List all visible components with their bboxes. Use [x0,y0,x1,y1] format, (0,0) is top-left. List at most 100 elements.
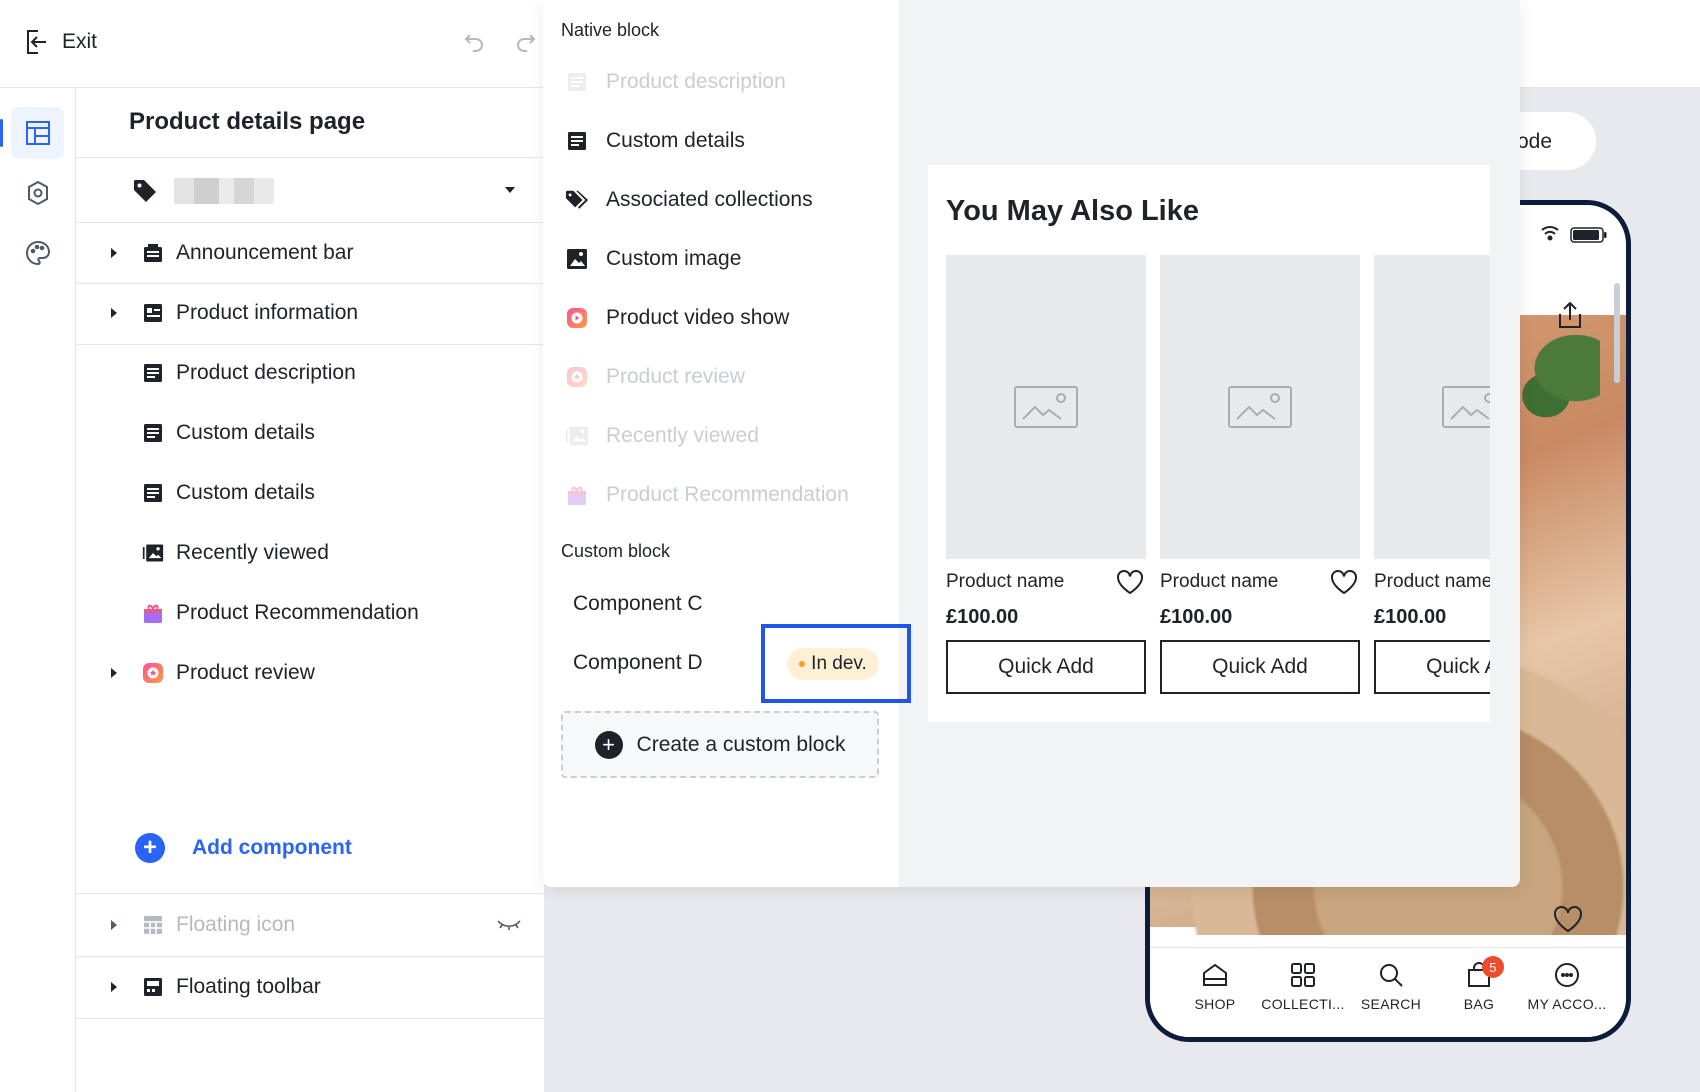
rail-active-indicator [0,119,3,147]
tree-item-product-information[interactable]: Product information [76,282,544,344]
gallery-icon [565,424,589,448]
tree-item-label: Announcement bar [176,241,354,264]
nav-bag[interactable]: 5 BAG [1434,956,1524,1012]
product-card[interactable]: Product name £100.00 Quick Add [1374,255,1490,694]
grid-icon [1291,963,1315,987]
announcement-icon [142,242,164,264]
tree-item-product-recommendation[interactable]: Product Recommendation [76,582,544,644]
product-card[interactable]: Product name £100.00 Quick Add [946,255,1146,694]
chevron-down-icon [505,187,515,193]
exit-button[interactable]: Exit [24,28,97,56]
settings-icon[interactable] [11,167,64,219]
phone-scrollbar[interactable] [1614,283,1620,383]
plus-icon: + [594,730,623,759]
nav-shop-label: SHOP [1194,996,1236,1012]
native-block-label: Product description [606,70,786,93]
nav-bag-label: BAG [1463,996,1495,1012]
exit-icon [24,28,50,56]
document-icon [142,422,164,444]
nav-collections[interactable]: COLLECTI... [1258,962,1348,1012]
quick-add-button[interactable]: Quick Add [946,640,1146,694]
exit-label: Exit [62,30,98,53]
document-icon [142,362,164,384]
tree-item-label: Product review [176,661,315,684]
review-icon [142,662,164,684]
native-block-label: Product Recommendation [606,483,849,506]
wifi-icon [1540,225,1560,241]
tree-item-label: Floating toolbar [176,975,321,998]
nav-account[interactable]: MY ACCO... [1522,962,1612,1012]
product-price: £100.00 [946,606,1019,628]
native-block-label: Product review [606,365,745,388]
native-block-recently-viewed: Recently viewed [565,416,759,456]
native-block-label: Custom details [606,129,745,152]
gallery-icon [142,542,164,564]
tree-item-label: Custom details [176,421,315,444]
quick-add-button[interactable]: Quick Add [1374,640,1490,694]
native-block-product-video-show[interactable]: Product video show [565,298,789,338]
custom-block-component-d[interactable]: Component D [573,651,703,675]
native-block-product-description: Product description [565,62,786,102]
heart-icon[interactable] [1330,569,1358,595]
tree-item-custom-details[interactable]: Custom details [76,462,544,524]
native-block-title: Native block [561,20,660,40]
grid-icon [142,914,164,936]
expand-triangle-icon[interactable] [111,248,117,258]
tree-item-custom-details[interactable]: Custom details [76,402,544,464]
nav-search-label: SEARCH [1360,996,1422,1012]
product-selector[interactable] [76,158,544,222]
create-custom-block-button[interactable]: + Create a custom block [561,711,879,778]
heart-icon[interactable] [1552,905,1584,933]
expand-triangle-icon[interactable] [111,982,117,992]
expand-triangle-icon[interactable] [111,920,117,930]
product-image-placeholder [1374,255,1490,559]
tree-item-announcement-bar[interactable]: Announcement bar [76,222,544,284]
search-icon [1380,964,1403,987]
block-list: Native block Product description Custom d… [543,0,911,887]
icon-rail [0,88,76,1092]
product-image-placeholder [1160,255,1360,559]
redo-icon[interactable] [514,30,538,54]
add-component-button[interactable]: + Add component [135,833,352,863]
tree-item-recently-viewed[interactable]: Recently viewed [76,522,544,584]
share-icon[interactable] [1555,300,1585,330]
tree-item-floating-toolbar[interactable]: Floating toolbar [76,956,544,1018]
quick-add-button[interactable]: Quick Add [1160,640,1360,694]
native-block-associated-collections[interactable]: Associated collections [565,180,813,220]
expand-triangle-icon[interactable] [111,668,117,678]
mode-toggle-label: ode [1517,130,1553,153]
heart-icon[interactable] [1116,569,1144,595]
native-block-label: Product video show [606,306,790,329]
tree-item-floating-icon[interactable]: Floating icon [76,894,544,956]
product-card[interactable]: Product name £100.00 Quick Add [1160,255,1360,694]
nav-search[interactable]: SEARCH [1346,962,1436,1012]
hidden-eye-icon[interactable] [496,918,522,932]
home-icon [1203,963,1227,986]
native-block-custom-details[interactable]: Custom details [565,121,745,161]
divider [76,1018,544,1019]
document-icon [565,70,589,94]
battery-icon [1570,227,1608,243]
custom-block-component-c[interactable]: Component C [573,592,703,616]
tree-item-label: Recently viewed [176,541,329,564]
native-block-product-review: Product review [565,357,745,397]
native-block-label: Custom image [606,247,742,270]
palette-icon[interactable] [11,227,64,279]
product-name: Product name [946,571,1065,592]
gift-icon [142,602,164,624]
sidebar: Product details page Announcement bar Pro… [76,88,544,1092]
tree-item-label: Product information [176,301,359,324]
tree-item-product-description[interactable]: Product description [76,342,544,404]
product-name: Product name [1160,571,1279,592]
phone-bottom-nav: SHOP COLLECTI... SEARCH 5 BAG MY ACCO... [1150,947,1626,1037]
product-thumbnail [174,178,274,204]
tree-item-product-review[interactable]: Product review [76,642,544,704]
highlight-box [761,624,911,703]
native-block-custom-image[interactable]: Custom image [565,239,741,279]
expand-triangle-icon[interactable] [111,308,117,318]
product-image-placeholder [946,255,1146,559]
review-icon [565,365,589,389]
undo-icon[interactable] [462,30,486,54]
nav-shop[interactable]: SHOP [1170,962,1260,1012]
layout-icon[interactable] [11,107,64,159]
